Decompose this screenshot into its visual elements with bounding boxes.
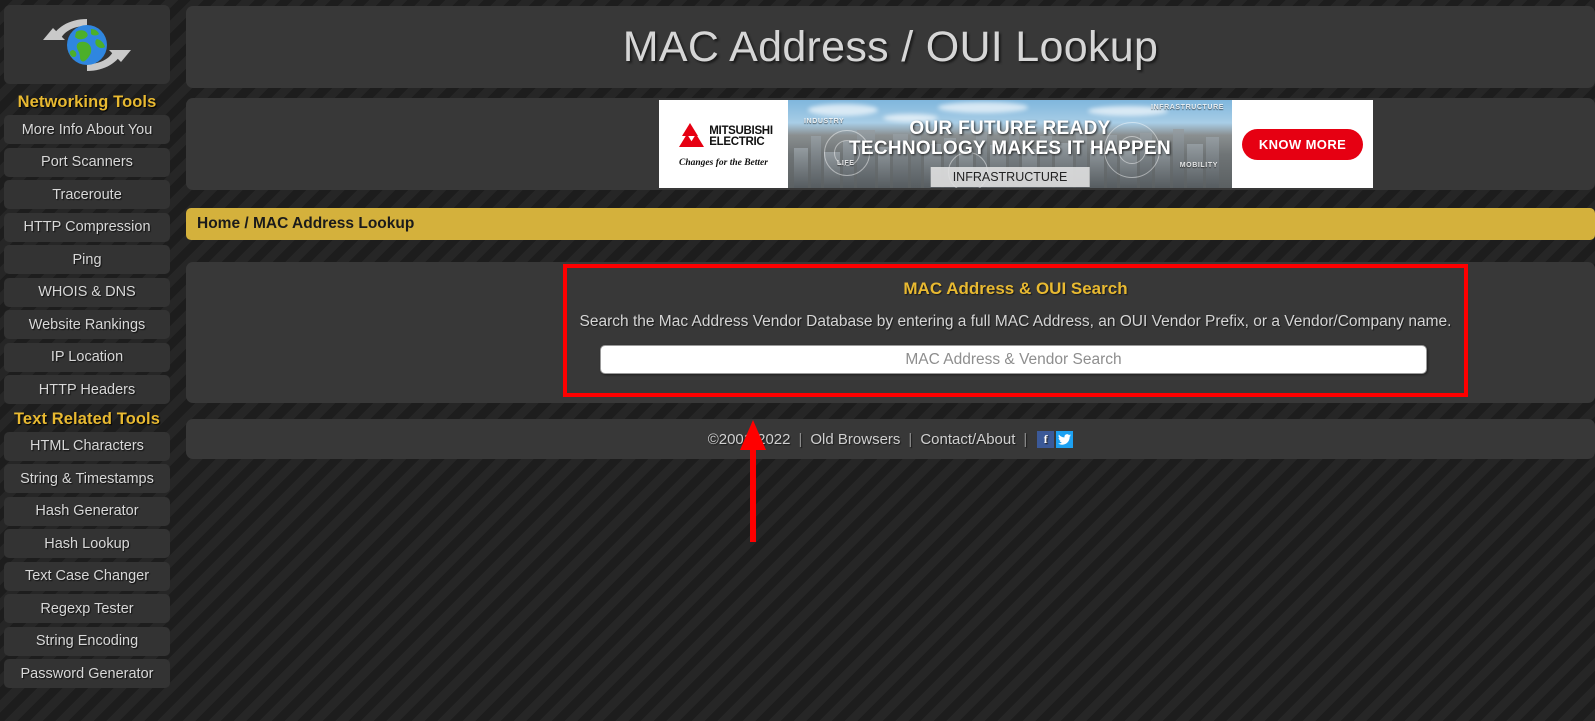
sidebar-item-regexp-tester[interactable]: Regexp Tester: [4, 594, 170, 623]
sidebar-item-string-and-timestamps[interactable]: String & Timestamps: [4, 464, 170, 493]
page-title: MAC Address / OUI Lookup: [622, 22, 1159, 71]
page-header: MAC Address / OUI Lookup: [186, 6, 1595, 88]
sidebar-heading-networking-tools: Networking Tools: [17, 93, 157, 111]
breadcrumb: Home / MAC Address Lookup: [186, 208, 1595, 240]
sidebar-item-http-compression[interactable]: HTTP Compression: [4, 212, 170, 242]
sidebar-item-hash-generator[interactable]: Hash Generator: [4, 496, 170, 526]
advertisement-panel: MITSUBISHI ELECTRIC Changes for the Bett…: [186, 98, 1595, 190]
mitsubishi-diamond-icon: [674, 121, 706, 154]
advertisement-banner[interactable]: MITSUBISHI ELECTRIC Changes for the Bett…: [659, 100, 1373, 188]
footer-separator-3: |: [1023, 430, 1028, 448]
copyright-text: ©2001-2022: [707, 430, 791, 448]
facebook-icon[interactable]: f: [1037, 430, 1055, 448]
mitsubishi-logo: MITSUBISHI ELECTRIC Changes for the Bett…: [659, 100, 788, 188]
old-browsers-link[interactable]: Old Browsers: [810, 431, 900, 448]
main-column: MAC Address / OUI Lookup MITSUBISHI ELEC…: [186, 0, 1595, 721]
ad-headline-line1: OUR FUTURE READY: [909, 118, 1111, 139]
ad-label-life: LIFE: [837, 160, 855, 167]
search-section-title: MAC Address & OUI Search: [903, 279, 1128, 298]
breadcrumb-current: MAC Address Lookup: [253, 215, 415, 232]
mac-address-search-input[interactable]: [600, 345, 1427, 374]
sidebar-item-more-info-about-you[interactable]: More Info About You: [4, 115, 170, 144]
sidebar: Networking Tools More Info About You Por…: [0, 0, 174, 721]
contact-about-link[interactable]: Contact/About: [920, 431, 1015, 448]
sidebar-item-ping[interactable]: Ping: [4, 245, 170, 274]
sidebar-item-website-rankings[interactable]: Website Rankings: [4, 310, 170, 339]
sidebar-item-whois-and-dns[interactable]: WHOIS & DNS: [4, 277, 170, 307]
site-logo[interactable]: [4, 5, 170, 84]
footer-separator-1: |: [798, 430, 803, 448]
mitsubishi-tagline: Changes for the Better: [679, 157, 768, 168]
ad-label-mobility: MOBILITY: [1179, 162, 1218, 169]
ad-category-chip: INFRASTRUCTURE: [930, 167, 1090, 187]
sidebar-item-text-case-changer[interactable]: Text Case Changer: [4, 561, 170, 591]
sidebar-item-html-characters[interactable]: HTML Characters: [4, 431, 170, 461]
breadcrumb-separator: /: [240, 215, 253, 232]
sidebar-heading-text-related-tools: Text Related Tools: [13, 409, 161, 428]
sidebar-item-password-generator[interactable]: Password Generator: [4, 659, 170, 688]
sidebar-item-hash-lookup[interactable]: Hash Lookup: [4, 529, 170, 558]
footer-separator-2: |: [908, 430, 913, 448]
ad-label-infrastructure: INFRASTRUCTURE: [1151, 104, 1224, 111]
know-more-button[interactable]: KNOW MORE: [1241, 128, 1364, 160]
sidebar-item-ip-location[interactable]: IP Location: [4, 342, 170, 372]
sidebar-item-string-encoding[interactable]: String Encoding: [4, 626, 170, 656]
twitter-icon[interactable]: [1056, 430, 1074, 448]
sidebar-item-http-headers[interactable]: HTTP Headers: [4, 375, 170, 404]
ad-cta-area: KNOW MORE: [1232, 100, 1373, 188]
site-footer: ©2001-2022 | Old Browsers | Contact/Abou…: [186, 419, 1595, 459]
advertisement-cityscape: INDUSTRY INFRASTRUCTURE LIFE MOBILITY OU…: [788, 100, 1232, 188]
sidebar-item-port-scanners[interactable]: Port Scanners: [4, 147, 170, 177]
sidebar-item-traceroute[interactable]: Traceroute: [4, 180, 170, 209]
breadcrumb-home[interactable]: Home: [197, 215, 240, 232]
ad-headline-line2: TECHNOLOGY MAKES IT HAPPEN: [848, 138, 1172, 159]
mitsubishi-brand-line2: ELECTRIC: [709, 136, 765, 148]
mac-address-search-section: MAC Address & OUI Search Search the Mac …: [563, 264, 1468, 397]
content-panel: MAC Address & OUI Search Search the Mac …: [186, 262, 1595, 403]
search-section-description: Search the Mac Address Vendor Database b…: [579, 313, 1452, 330]
globe-refresh-icon: [35, 14, 139, 76]
